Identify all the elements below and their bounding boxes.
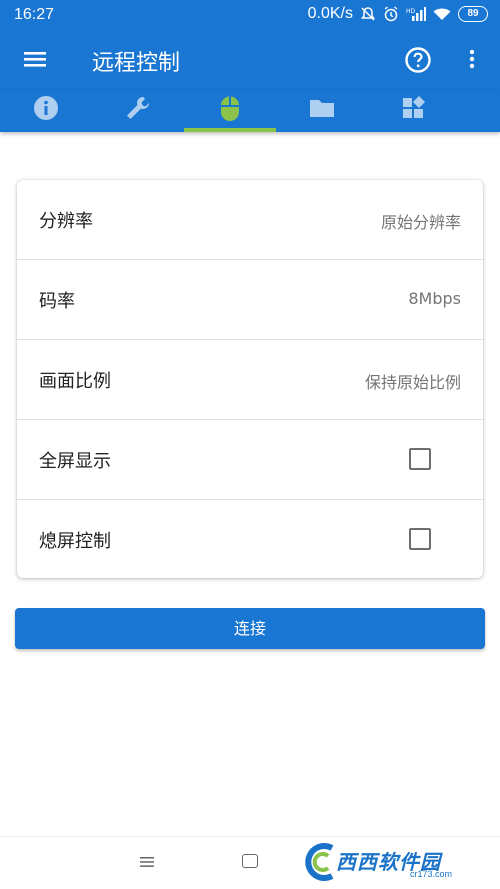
help-circle-icon[interactable] (404, 46, 432, 74)
resolution-label: 分辨率 (39, 211, 93, 232)
wrench-icon (127, 97, 149, 119)
screen-off-label: 熄屏控制 (39, 531, 111, 552)
tab-info[interactable] (0, 90, 92, 132)
tab-files[interactable] (276, 90, 368, 132)
settings-card: 分辨率 原始分辨率 码率 8Mbps 画面比例 保持原始比例 全屏显示 熄屏控制 (17, 180, 483, 578)
watermark: 西西软件园 cr173.com (300, 838, 500, 888)
alarm-icon (384, 6, 398, 22)
widgets-icon (403, 96, 425, 118)
page-title: 远程控制 (92, 51, 181, 76)
signal-icon: HD (406, 7, 426, 21)
screen-off-checkbox[interactable] (409, 528, 431, 550)
folder-icon (310, 100, 334, 117)
tab-tools[interactable] (92, 90, 184, 132)
status-time: 16:27 (14, 6, 55, 23)
fullscreen-row: 全屏显示 (17, 420, 483, 500)
resolution-row[interactable]: 分辨率 原始分辨率 (17, 180, 483, 260)
scale-row[interactable]: 画面比例 保持原始比例 (17, 340, 483, 420)
info-icon (34, 96, 58, 120)
resolution-value: 原始分辨率 (380, 213, 461, 232)
status-bar: 16:27 0.0K/s HD 89 (0, 0, 500, 30)
tab-apps[interactable] (368, 90, 460, 132)
scale-value: 保持原始比例 (364, 373, 461, 392)
battery-icon: 89 (458, 6, 488, 22)
hamburger-menu-icon[interactable] (22, 46, 48, 72)
tab-bar (0, 90, 500, 132)
tab-remote-control[interactable] (184, 90, 276, 132)
bitrate-row[interactable]: 码率 8Mbps (17, 260, 483, 340)
fullscreen-checkbox[interactable] (409, 448, 431, 470)
screen-off-row: 熄屏控制 (17, 500, 483, 579)
nav-home-icon[interactable] (242, 854, 258, 868)
connect-button[interactable]: 连接 (15, 608, 485, 649)
wifi-icon (433, 8, 451, 20)
status-icons: 0.0K/s HD 89 (308, 5, 488, 23)
bitrate-value: 8Mbps (408, 289, 461, 308)
scale-label: 画面比例 (39, 371, 111, 392)
tab-more[interactable] (460, 90, 500, 132)
mute-bell-icon (361, 7, 375, 21)
svg-text:HD: HD (406, 8, 416, 15)
more-vert-icon[interactable] (462, 46, 482, 74)
app-bar: 远程控制 (0, 30, 500, 90)
network-speed: 0.0K/s (307, 5, 353, 22)
watermark-url: cr173.com (410, 869, 453, 879)
fullscreen-label: 全屏显示 (39, 451, 111, 472)
nav-menu-icon[interactable] (140, 856, 154, 868)
mouse-icon (221, 96, 239, 121)
bitrate-label: 码率 (39, 291, 75, 312)
tab-selected-indicator (184, 128, 276, 132)
